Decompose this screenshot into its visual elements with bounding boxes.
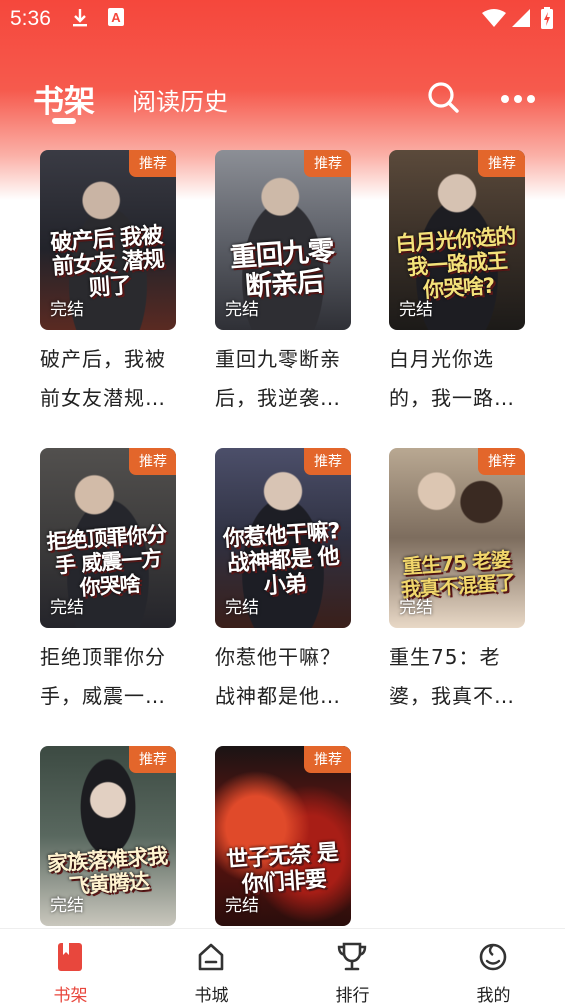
- nav-label: 书城: [194, 986, 229, 1006]
- cover-title: 重回九零 断亲后: [228, 235, 335, 303]
- recommend-tag: 推荐: [304, 746, 351, 773]
- status-time: 5:36: [10, 7, 51, 30]
- book-cover[interactable]: 白月光你选的 我一路成王 你哭啥? 推荐 完结: [389, 150, 525, 330]
- completed-label: 完结: [399, 300, 433, 320]
- book-cover[interactable]: 重生75 老婆 我真不混蛋了 推荐 完结: [389, 448, 525, 628]
- book-card[interactable]: 重回九零 断亲后 推荐 完结 重回九零断亲后，我逆袭…: [215, 150, 351, 418]
- book-title[interactable]: 破产后，我被前女友潜规…: [40, 340, 176, 418]
- completed-label: 完结: [50, 598, 84, 618]
- recommend-tag: 推荐: [478, 448, 525, 475]
- recommend-tag: 推荐: [304, 448, 351, 475]
- recommend-tag: 推荐: [129, 150, 176, 177]
- completed-label: 完结: [225, 300, 259, 320]
- book-cover[interactable]: 家族落难求我 飞黄腾达 推荐 完结: [40, 746, 176, 926]
- book-cover[interactable]: 破产后 我被前女友 潜规则了 推荐 完结: [40, 150, 176, 330]
- book-title[interactable]: 你惹他干嘛？战神都是他…: [215, 638, 351, 716]
- completed-label: 完结: [225, 896, 259, 916]
- signal-icon: [512, 9, 530, 31]
- completed-label: 完结: [399, 598, 433, 618]
- bookshelf-icon: [58, 943, 82, 971]
- book-card[interactable]: 世子无奈 是你们非要 推荐 完结: [215, 746, 351, 926]
- nav-ranking[interactable]: 排行: [282, 929, 423, 1006]
- book-card[interactable]: 你惹他干嘛? 战神都是 他小弟 推荐 完结 你惹他干嘛？战神都是他…: [215, 448, 351, 716]
- trophy-icon: [337, 942, 367, 971]
- more-icon[interactable]: [500, 90, 536, 109]
- search-icon[interactable]: [427, 81, 459, 117]
- download-icon: [72, 8, 88, 32]
- cover-title: 拒绝顶罪你分手 威震一方 你哭啥: [45, 521, 168, 601]
- recommend-tag: 推荐: [129, 448, 176, 475]
- book-title[interactable]: 重生75：老婆，我真不…: [389, 638, 525, 716]
- tab-bookshelf[interactable]: 书架: [33, 76, 95, 121]
- book-card[interactable]: 家族落难求我 飞黄腾达 推荐 完结: [40, 746, 176, 926]
- completed-label: 完结: [50, 300, 84, 320]
- cover-title: 破产后 我被前女友 潜规则了: [49, 223, 165, 302]
- nav-bookshelf[interactable]: 书架: [0, 929, 141, 1006]
- nav-profile[interactable]: 我的: [423, 929, 564, 1006]
- book-card[interactable]: 重生75 老婆 我真不混蛋了 推荐 完结 重生75：老婆，我真不…: [389, 448, 525, 716]
- book-title[interactable]: 重回九零断亲后，我逆袭…: [215, 340, 351, 418]
- book-card[interactable]: 破产后 我被前女友 潜规则了 推荐 完结 破产后，我被前女友潜规…: [40, 150, 176, 418]
- nav-store[interactable]: 书城: [141, 929, 282, 1006]
- cover-title: 白月光你选的 我一路成王 你哭啥?: [394, 223, 517, 303]
- completed-label: 完结: [50, 896, 84, 916]
- book-cover[interactable]: 世子无奈 是你们非要 推荐 完结: [215, 746, 351, 926]
- book-title[interactable]: 白月光你选的，我一路…: [389, 340, 525, 418]
- book-cover[interactable]: 重回九零 断亲后 推荐 完结: [215, 150, 351, 330]
- active-tab-indicator: [52, 118, 76, 124]
- profile-icon: [479, 943, 507, 971]
- book-title[interactable]: 拒绝顶罪你分手，威震一…: [40, 638, 176, 716]
- status-bar: 5:36 A: [0, 0, 565, 38]
- store-icon: [198, 943, 224, 971]
- svg-text:A: A: [111, 10, 121, 25]
- nav-label: 书架: [53, 986, 88, 1006]
- wifi-icon: [482, 9, 506, 31]
- battery-icon: [541, 7, 553, 33]
- recommend-tag: 推荐: [478, 150, 525, 177]
- book-card[interactable]: 拒绝顶罪你分手 威震一方 你哭啥 推荐 完结 拒绝顶罪你分手，威震一…: [40, 448, 176, 716]
- completed-label: 完结: [225, 598, 259, 618]
- nav-label: 排行: [335, 986, 370, 1006]
- nav-label: 我的: [476, 986, 511, 1006]
- book-cover[interactable]: 你惹他干嘛? 战神都是 他小弟 推荐 完结: [215, 448, 351, 628]
- book-cover[interactable]: 拒绝顶罪你分手 威震一方 你哭啥 推荐 完结: [40, 448, 176, 628]
- recommend-tag: 推荐: [129, 746, 176, 773]
- recommend-tag: 推荐: [304, 150, 351, 177]
- header-tabs: 书架 阅读历史: [0, 60, 565, 130]
- a-icon: A: [108, 8, 124, 30]
- book-card[interactable]: 白月光你选的 我一路成王 你哭啥? 推荐 完结 白月光你选的，我一路…: [389, 150, 525, 418]
- cover-title: 你惹他干嘛? 战神都是 他小弟: [222, 519, 341, 600]
- tab-reading-history[interactable]: 阅读历史: [132, 82, 228, 117]
- bottom-nav: 书架 书城 排行 我的: [0, 928, 565, 1006]
